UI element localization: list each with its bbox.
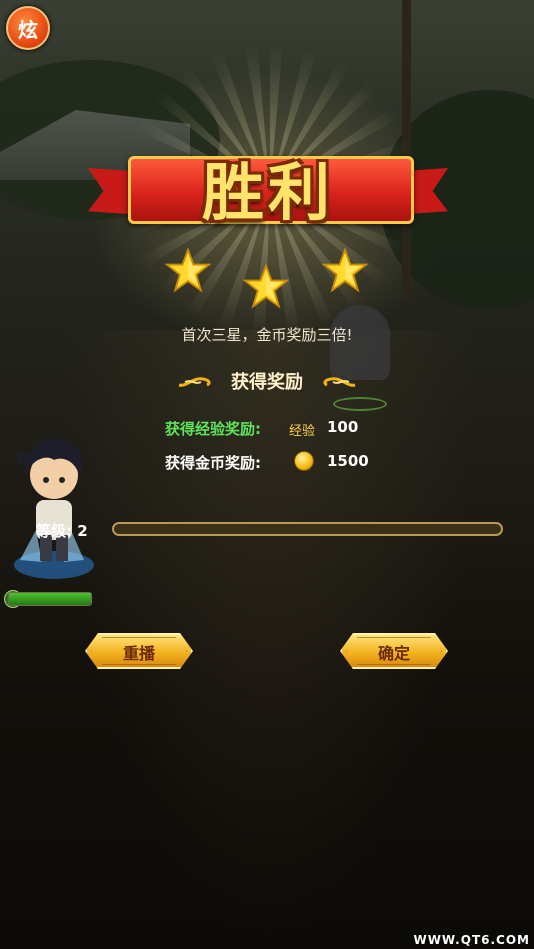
replay-button[interactable]: 重播: [85, 633, 193, 669]
level-value: 2: [77, 522, 88, 540]
exp-reward-value: 100: [327, 418, 359, 436]
top-badge-label: 炫: [18, 17, 38, 42]
confirm-button-label: 确定: [377, 644, 410, 663]
victory-title: 胜利: [201, 156, 334, 229]
swirl-left-icon: [178, 377, 211, 387]
star-icon-3: [322, 248, 368, 293]
game-scene: 炫 胜利 首次三星，金币奖励三倍! 获得奖励 获得经验奖励: 经验 100 获得…: [0, 0, 534, 949]
star-icon-1: [165, 248, 211, 293]
level-label-text: 等级:: [36, 522, 72, 540]
first-three-star-message: 首次三星，金币奖励三倍!: [181, 326, 353, 344]
hero-character: [14, 438, 94, 579]
hero-hp-bar: [8, 592, 92, 606]
exp-reward-label: 获得经验奖励:: [165, 420, 261, 438]
swirl-right-icon: [323, 377, 356, 387]
replay-button-label: 重播: [122, 644, 155, 663]
confirm-button[interactable]: 确定: [340, 633, 448, 669]
top-badge-button[interactable]: 炫: [6, 6, 50, 50]
level-progress-bar: [112, 522, 503, 536]
victory-banner: 胜利: [88, 150, 448, 230]
gold-coin-icon: [294, 451, 314, 471]
reward-header: 获得奖励: [0, 368, 534, 394]
gold-reward-value: 1500: [327, 452, 369, 470]
watermark: WWW.QT6.COM: [413, 933, 530, 947]
level-label: 等级: 2: [36, 520, 88, 541]
star-icon-2: [243, 264, 289, 309]
reward-title: 获得奖励: [231, 372, 303, 393]
hero-hp-fill: [9, 593, 91, 605]
ghost-enemy-ring: [333, 397, 387, 411]
gold-reward-label: 获得金币奖励:: [165, 454, 261, 472]
exp-unit-label: 经验: [289, 424, 316, 439]
